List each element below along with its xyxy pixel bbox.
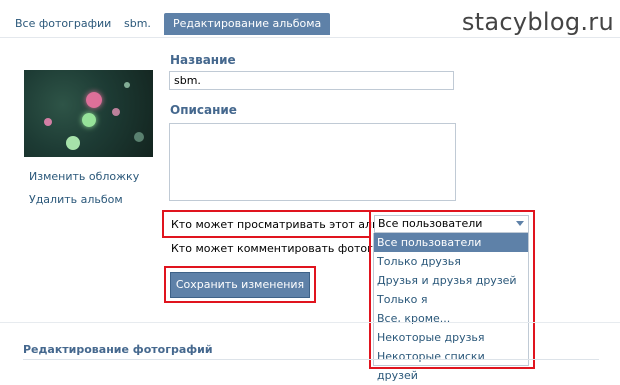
- album-description-textarea[interactable]: [169, 123, 456, 201]
- section-divider: [0, 322, 620, 323]
- album-cover-image[interactable]: [24, 70, 153, 157]
- edit-photos-underline: [23, 359, 599, 360]
- tab-edit-album[interactable]: Редактирование альбома: [164, 13, 331, 35]
- delete-album-link[interactable]: Удалить альбом: [29, 193, 123, 206]
- tab-all-photos[interactable]: Все фотографии: [15, 13, 111, 35]
- highlight-privacy-dropdown: [369, 210, 535, 369]
- name-label: Название: [170, 53, 236, 67]
- tab-album-sbm[interactable]: sbm.: [124, 13, 151, 35]
- change-cover-link[interactable]: Изменить обложку: [29, 170, 139, 183]
- highlight-save-button: [164, 266, 316, 303]
- description-label: Описание: [170, 103, 237, 117]
- album-name-input[interactable]: sbm.: [169, 71, 454, 90]
- site-watermark: stacyblog.ru: [461, 8, 614, 36]
- edit-photos-title: Редактирование фотографий: [23, 343, 213, 356]
- highlight-view-privacy-label: [162, 210, 371, 238]
